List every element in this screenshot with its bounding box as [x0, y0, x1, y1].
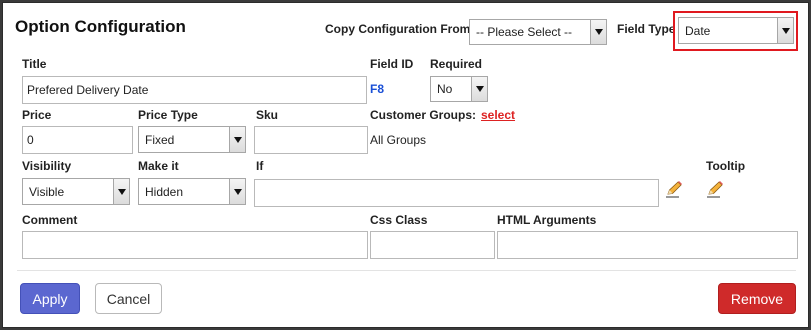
chevron-down-icon	[471, 77, 487, 101]
required-select[interactable]: No	[430, 76, 488, 102]
sku-input[interactable]	[254, 126, 368, 154]
make-it-value: Hidden	[145, 184, 184, 199]
field-type-label: Field Type	[617, 22, 676, 36]
customer-groups-select-link[interactable]: select	[481, 108, 515, 122]
field-id-value: F8	[370, 82, 385, 96]
pencil-icon[interactable]	[665, 180, 683, 198]
visibility-value: Visible	[29, 184, 65, 199]
make-it-label: Make it	[138, 159, 179, 173]
html-arguments-input[interactable]	[497, 231, 798, 259]
title-label: Title	[22, 57, 47, 71]
chevron-down-icon	[777, 18, 793, 43]
if-input[interactable]	[254, 179, 659, 207]
customer-groups-label: Customer Groups:	[370, 108, 477, 122]
pencil-icon[interactable]	[706, 180, 724, 198]
panel-title: Option Configuration	[15, 17, 186, 36]
chevron-down-icon	[229, 179, 245, 204]
customer-groups-value: All Groups	[370, 133, 427, 147]
cancel-button[interactable]: Cancel	[95, 283, 162, 314]
visibility-label: Visibility	[22, 159, 72, 173]
field-type-value: Date	[685, 23, 711, 38]
price-input[interactable]: 0	[22, 126, 133, 154]
remove-button[interactable]: Remove	[718, 283, 796, 314]
comment-input[interactable]	[22, 231, 368, 259]
chevron-down-icon	[590, 20, 606, 44]
copy-configuration-value: -- Please Select --	[476, 25, 573, 39]
if-label: If	[256, 159, 264, 173]
price-label: Price	[22, 108, 52, 122]
chevron-down-icon	[229, 127, 245, 152]
chevron-down-icon	[113, 179, 129, 204]
apply-button[interactable]: Apply	[20, 283, 80, 314]
comment-label: Comment	[22, 213, 78, 227]
html-arguments-label: HTML Arguments	[497, 213, 597, 227]
tooltip-label: Tooltip	[706, 159, 746, 173]
copy-configuration-select[interactable]: -- Please Select --	[469, 19, 607, 45]
copy-configuration-label: Copy Configuration From:	[325, 22, 475, 36]
required-value: No	[437, 82, 453, 96]
title-input[interactable]: Prefered Delivery Date	[22, 76, 367, 104]
sku-label: Sku	[256, 108, 279, 122]
price-type-value: Fixed	[145, 132, 175, 147]
css-class-label: Css Class	[370, 213, 428, 227]
footer-divider	[17, 270, 796, 271]
visibility-select[interactable]: Visible	[22, 178, 130, 205]
option-configuration-panel: Option Configuration Copy Configuration …	[2, 2, 809, 328]
price-type-label: Price Type	[138, 108, 198, 122]
css-class-input[interactable]	[370, 231, 495, 259]
make-it-select[interactable]: Hidden	[138, 178, 246, 205]
field-id-label: Field ID	[370, 57, 414, 71]
price-type-select[interactable]: Fixed	[138, 126, 246, 153]
required-label: Required	[430, 57, 483, 71]
field-type-select[interactable]: Date	[678, 17, 794, 44]
